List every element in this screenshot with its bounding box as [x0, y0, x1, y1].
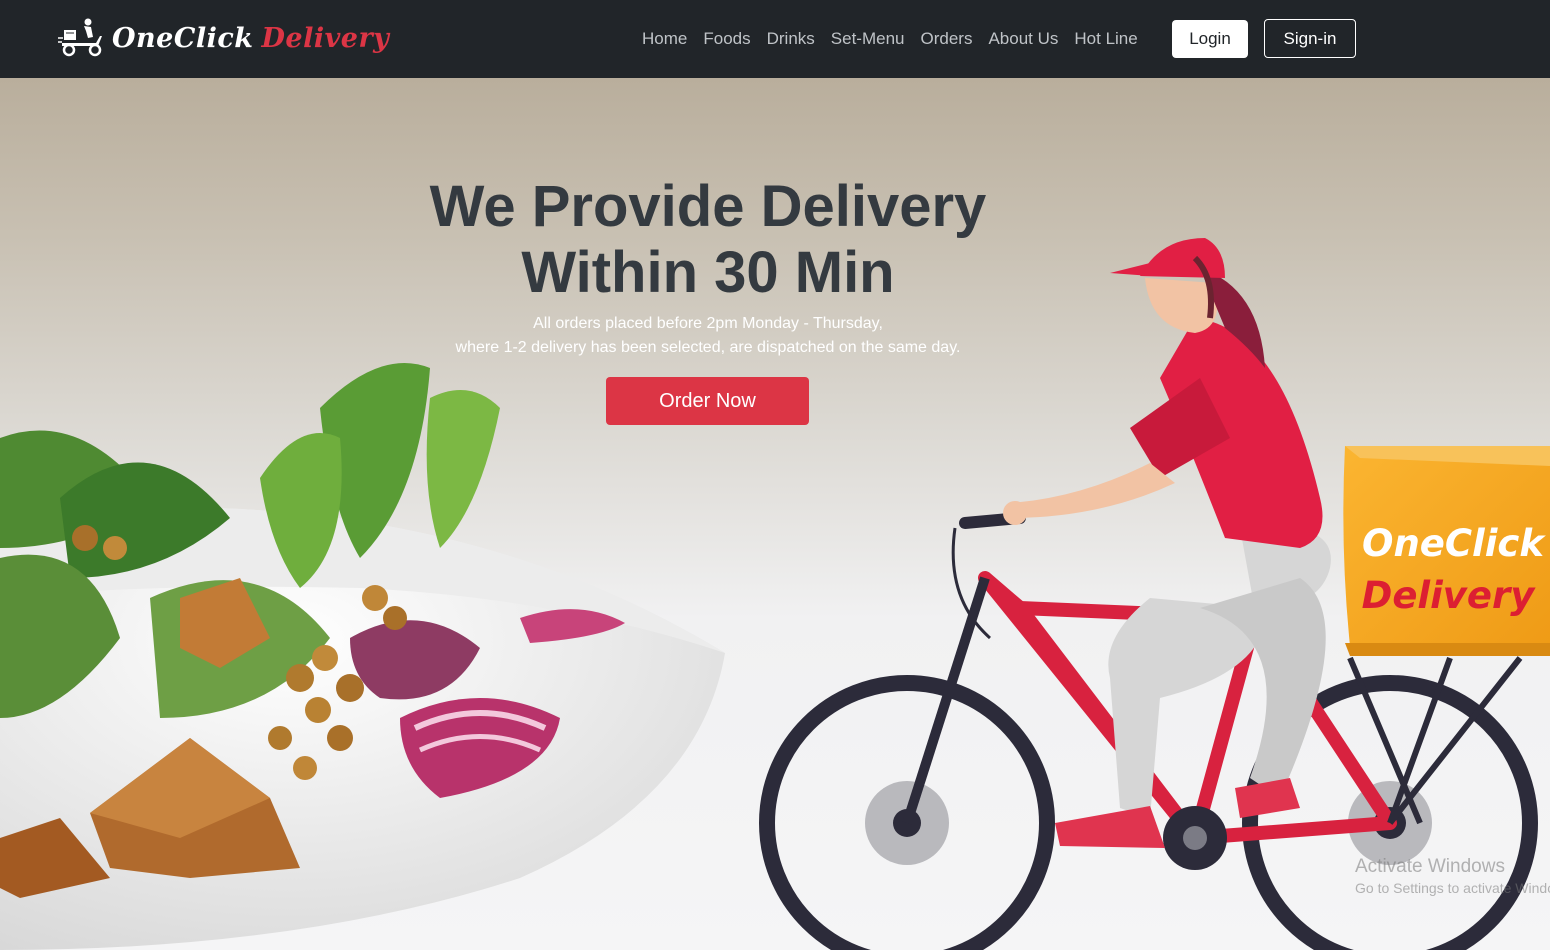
hero-banner: OneClick Delivery We Provide Delivery Wi…	[0, 78, 1550, 950]
watermark-title: Activate Windows	[1355, 856, 1505, 877]
hero-title-line1: We Provide Delivery	[429, 174, 987, 239]
hero-title: We Provide Delivery Within 30 Min	[358, 174, 1058, 306]
nav-links: Home Foods Drinks Set-Menu Orders About …	[634, 28, 1146, 50]
signin-button[interactable]: Sign-in	[1264, 19, 1356, 58]
nav-link-drinks[interactable]: Drinks	[759, 28, 823, 50]
watermark-subtitle: Go to Settings to activate Windows.	[1355, 880, 1550, 896]
brand-name-part2: Delivery	[261, 22, 390, 54]
hero-subtitle-line2: where 1-2 delivery has been selected, ar…	[455, 339, 961, 356]
page: OneClick Delivery Home Foods Drinks Set-M…	[0, 0, 1550, 950]
nav-link-set-menu[interactable]: Set-Menu	[823, 28, 913, 50]
nav-link-hot-line[interactable]: Hot Line	[1066, 28, 1145, 50]
salad-bowl-image	[0, 363, 725, 950]
brand-logo[interactable]: OneClick Delivery	[58, 16, 389, 60]
hero-subtitle-line1: All orders placed before 2pm Monday - Th…	[533, 315, 883, 332]
nav-link-home[interactable]: Home	[634, 28, 695, 50]
hero-subtitle: All orders placed before 2pm Monday - Th…	[358, 312, 1058, 360]
login-button[interactable]: Login	[1172, 20, 1248, 58]
box-text-line2: Delivery	[1362, 574, 1537, 617]
brand-name-part1: OneClick	[112, 22, 254, 54]
nav-link-orders[interactable]: Orders	[912, 28, 980, 50]
order-now-button[interactable]: Order Now	[606, 377, 809, 425]
box-text-line1: OneClick	[1362, 522, 1546, 565]
brand-name: OneClick Delivery	[112, 23, 389, 54]
nav-link-about-us[interactable]: About Us	[980, 28, 1066, 50]
delivery-scooter-icon	[58, 18, 102, 57]
hero-title-line2: Within 30 Min	[521, 240, 895, 305]
nav-link-foods[interactable]: Foods	[695, 28, 758, 50]
delivery-box-illustration: OneClick Delivery	[1343, 446, 1550, 656]
activate-windows-watermark: Activate Windows Go to Settings to activ…	[1355, 856, 1550, 898]
navbar: OneClick Delivery Home Foods Drinks Set-M…	[0, 0, 1550, 78]
